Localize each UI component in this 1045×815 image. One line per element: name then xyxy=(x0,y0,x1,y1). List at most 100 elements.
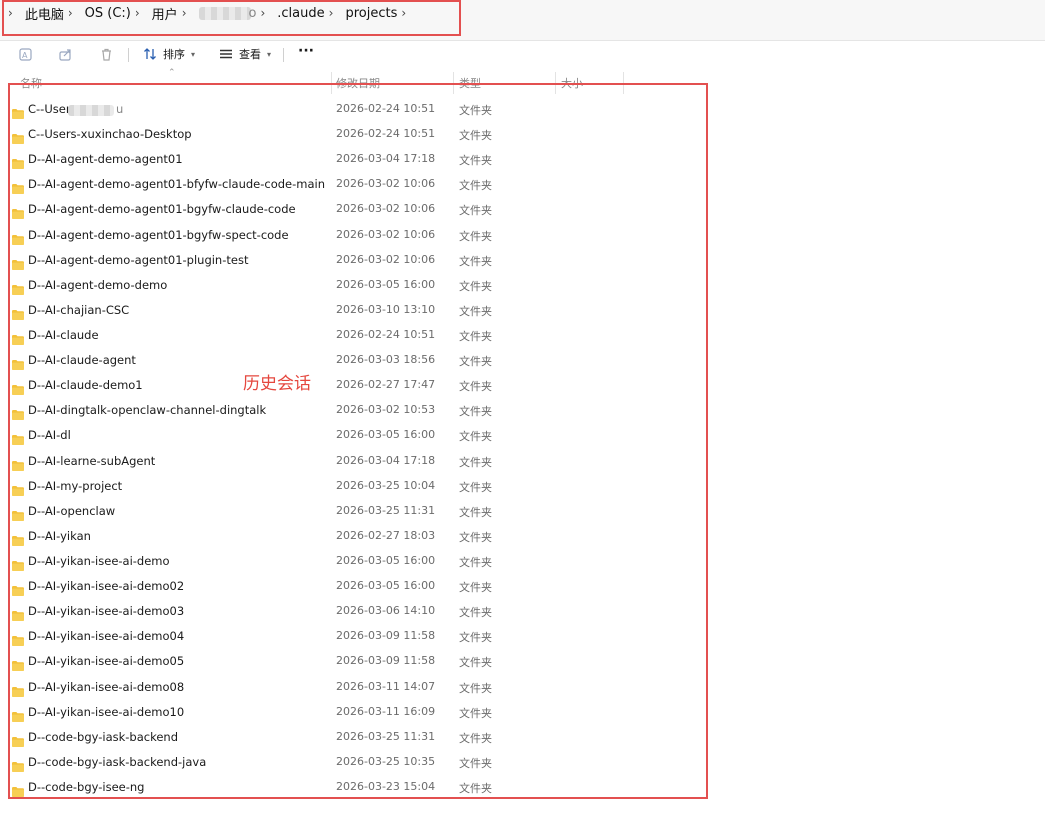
chevron-right-icon[interactable]: › xyxy=(401,6,406,20)
file-type: 文件夹 xyxy=(459,530,492,544)
folder-icon xyxy=(12,606,24,622)
column-divider[interactable] xyxy=(453,72,454,94)
table-row[interactable]: C--Users-xuxinchao-Desktop 2026-02-24 10:… xyxy=(0,123,720,148)
folder-icon xyxy=(12,631,24,647)
folder-name: D--AI-yikan-isee-ai-demo10 xyxy=(28,704,185,719)
folder-icon xyxy=(12,179,24,195)
table-row[interactable]: D--AI-yikan-isee-ai-demo03 2026-03-06 14:… xyxy=(0,600,720,625)
address-bar: › 此电脑 › OS (C:) › 用户 › o › .claude › pro… xyxy=(0,0,1045,41)
modified-date: 2026-03-04 17:18 xyxy=(336,453,436,467)
share-icon xyxy=(58,47,73,62)
file-type: 文件夹 xyxy=(459,405,492,419)
table-row[interactable]: D--AI-agent-demo-agent01 2026-03-04 17:18… xyxy=(0,148,720,173)
folder-icon xyxy=(12,129,24,145)
table-row[interactable]: D--AI-yikan-isee-ai-demo08 2026-03-11 14:… xyxy=(0,676,720,701)
table-row[interactable]: D--AI-claude-demo1 2026-02-27 17:47 文件夹 xyxy=(0,374,720,399)
table-row[interactable]: D--AI-yikan-isee-ai-demo 2026-03-05 16:00… xyxy=(0,550,720,575)
column-header-name[interactable]: 名称 xyxy=(20,75,42,91)
table-row[interactable]: D--AI-agent-demo-demo 2026-03-05 16:00 文件夹 xyxy=(0,274,720,299)
folder-name: D--AI-yikan-isee-ai-demo05 xyxy=(28,654,185,669)
table-row[interactable]: D--AI-yikan-isee-ai-demo05 2026-03-09 11:… xyxy=(0,650,720,675)
column-divider[interactable] xyxy=(555,72,556,94)
file-type: 文件夹 xyxy=(459,606,492,620)
view-list-icon xyxy=(219,47,233,61)
view-button[interactable]: 查看 ▾ xyxy=(219,46,271,62)
table-row[interactable]: D--AI-agent-demo-agent01-bgyfw-claude-co… xyxy=(0,198,720,223)
folder-name: D--AI-chajian-CSC xyxy=(28,302,130,317)
chevron-down-icon: ▾ xyxy=(267,49,272,59)
column-header-type[interactable]: 类型 xyxy=(459,75,481,91)
modified-date: 2026-02-24 10:51 xyxy=(336,327,436,341)
file-type: 文件夹 xyxy=(459,555,492,569)
table-row[interactable]: D--AI-chajian-CSC 2026-03-10 13:10 文件夹 xyxy=(0,299,720,324)
file-type: 文件夹 xyxy=(459,706,492,720)
folder-icon xyxy=(12,481,24,496)
table-row[interactable]: D--AI-claude-agent 2026-03-03 18:56 文件夹 xyxy=(0,349,720,374)
column-header-row: ⌃ 名称 修改日期 类型 大小 xyxy=(0,68,1045,94)
modified-date: 2026-03-02 10:06 xyxy=(336,252,436,266)
rename-button[interactable]: A xyxy=(18,46,33,62)
table-row[interactable]: D--AI-dl 2026-03-05 16:00 文件夹 xyxy=(0,424,720,449)
folder-icon xyxy=(12,682,24,697)
chevron-right-icon[interactable]: › xyxy=(8,6,13,20)
modified-date: 2026-03-09 11:58 xyxy=(336,629,436,643)
breadcrumb-projects[interactable]: projects xyxy=(345,6,397,21)
modified-date: 2026-02-24 10:51 xyxy=(336,127,436,141)
folder-icon xyxy=(12,531,24,546)
file-type: 文件夹 xyxy=(459,656,492,670)
modified-date: 2026-02-24 10:51 xyxy=(336,102,436,115)
table-row[interactable]: D--AI-dingtalk-openclaw-channel-dingtalk… xyxy=(0,399,720,424)
table-row[interactable]: D--AI-yikan-isee-ai-demo02 2026-03-05 16:… xyxy=(0,575,720,600)
breadcrumb-users[interactable]: 用户 xyxy=(152,4,178,23)
chevron-right-icon[interactable]: › xyxy=(182,6,187,20)
table-row[interactable]: D--AI-learne-subAgent 2026-03-04 17:18 文件夹 xyxy=(0,450,720,475)
chevron-right-icon[interactable]: › xyxy=(260,6,265,20)
breadcrumb-claude[interactable]: .claude xyxy=(277,6,324,21)
sort-button[interactable]: 排序 ▾ xyxy=(143,46,195,62)
redacted-username xyxy=(68,105,114,116)
file-type: 文件夹 xyxy=(459,731,492,745)
file-type: 文件夹 xyxy=(459,455,492,469)
folder-icon xyxy=(12,456,24,471)
breadcrumb-this-pc[interactable]: 此电脑 xyxy=(25,4,64,23)
modified-date: 2026-03-05 16:00 xyxy=(336,553,436,567)
folder-icon xyxy=(12,380,24,396)
file-type: 文件夹 xyxy=(459,781,492,795)
table-row[interactable]: D--code-bgy-iask-backend-java 2026-03-25 … xyxy=(0,751,720,776)
folder-icon xyxy=(12,255,24,270)
column-divider[interactable] xyxy=(623,72,624,94)
folder-icon xyxy=(12,656,24,672)
view-label: 查看 xyxy=(239,48,261,61)
folder-name: D--AI-learne-subAgent xyxy=(28,453,156,468)
column-header-modified[interactable]: 修改日期 xyxy=(336,75,380,91)
delete-button[interactable] xyxy=(99,46,114,62)
table-row[interactable]: D--code-bgy-isee-ng 2026-03-23 15:04 文件夹 xyxy=(0,776,720,801)
trash-icon xyxy=(99,47,114,62)
redacted-tail: u xyxy=(116,102,124,116)
file-type: 文件夹 xyxy=(459,355,492,369)
table-row[interactable]: D--AI-yikan-isee-ai-demo04 2026-03-09 11:… xyxy=(0,625,720,650)
table-row[interactable]: C--User u 2026-02-24 10:51 文件夹 xyxy=(0,98,720,123)
folder-icon xyxy=(12,305,24,320)
folder-name: D--AI-dingtalk-openclaw-channel-dingtalk xyxy=(28,403,267,418)
breadcrumb-user-redacted[interactable]: o xyxy=(198,6,256,21)
file-type: 文件夹 xyxy=(459,179,492,193)
table-row[interactable]: D--AI-agent-demo-agent01-bgyfw-spect-cod… xyxy=(0,224,720,249)
column-header-size[interactable]: 大小 xyxy=(561,75,583,91)
table-row[interactable]: D--AI-agent-demo-agent01-bfyfw-claude-co… xyxy=(0,173,720,198)
table-row[interactable]: D--code-bgy-iask-backend 2026-03-25 11:31… xyxy=(0,726,720,751)
modified-date: 2026-03-02 10:53 xyxy=(336,403,436,417)
breadcrumb-os-drive[interactable]: OS (C:) xyxy=(85,6,131,21)
table-row[interactable]: D--AI-openclaw 2026-03-25 11:31 文件夹 xyxy=(0,500,720,525)
table-row[interactable]: D--AI-yikan-isee-ai-demo10 2026-03-11 16:… xyxy=(0,701,720,726)
table-row[interactable]: D--AI-my-project 2026-03-25 10:04 文件夹 xyxy=(0,475,720,500)
chevron-right-icon[interactable]: › xyxy=(135,6,140,20)
table-row[interactable]: D--AI-claude 2026-02-24 10:51 文件夹 xyxy=(0,324,720,349)
more-options-button[interactable]: ··· xyxy=(298,43,314,59)
table-row[interactable]: D--AI-agent-demo-agent01-plugin-test 2026… xyxy=(0,249,720,274)
share-button[interactable] xyxy=(58,46,73,62)
chevron-right-icon[interactable]: › xyxy=(68,6,73,20)
table-row[interactable]: D--AI-yikan 2026-02-27 18:03 文件夹 xyxy=(0,525,720,550)
column-divider[interactable] xyxy=(331,72,332,94)
chevron-right-icon[interactable]: › xyxy=(329,6,334,20)
